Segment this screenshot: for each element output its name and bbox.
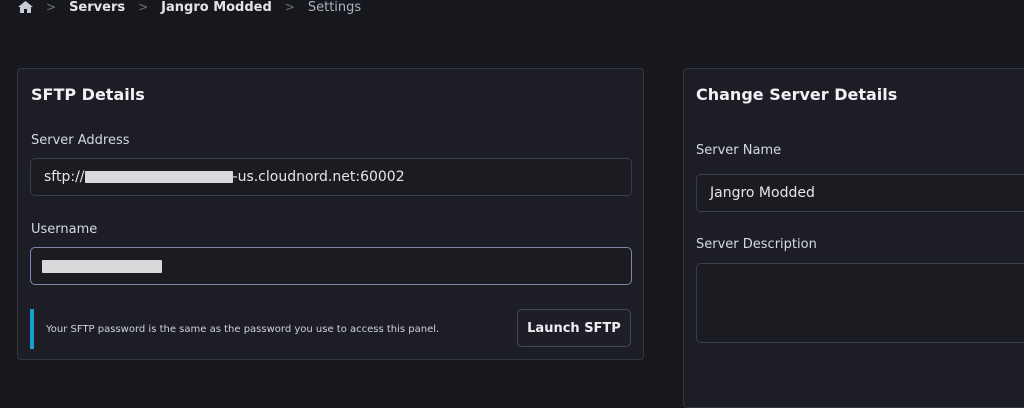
sftp-title: SFTP Details — [31, 85, 145, 104]
home-icon[interactable] — [18, 1, 33, 13]
breadcrumb: > Servers > Jangro Modded > Settings — [18, 0, 362, 15]
username-label: Username — [31, 222, 98, 237]
server-address-field[interactable]: sftp:// -us.cloudnord.net:60002 — [30, 158, 632, 196]
info-text: Your SFTP password is the same as the pa… — [46, 323, 440, 335]
breadcrumb-servers[interactable]: Servers — [69, 0, 125, 15]
breadcrumb-settings: Settings — [307, 0, 362, 15]
launch-sftp-button[interactable]: Launch SFTP — [517, 309, 631, 347]
server-name-value: Jangro Modded — [710, 185, 815, 201]
server-description-input[interactable] — [696, 263, 1024, 343]
change-title: Change Server Details — [696, 85, 898, 104]
address-prefix: sftp:// — [44, 169, 85, 185]
username-field[interactable] — [30, 247, 632, 285]
sftp-password-info: Your SFTP password is the same as the pa… — [30, 309, 500, 349]
redacted-block — [42, 259, 162, 273]
breadcrumb-server[interactable]: Jangro Modded — [161, 0, 272, 15]
sftp-details-card: SFTP Details Server Address sftp:// -us.… — [17, 68, 644, 360]
server-name-label: Server Name — [696, 143, 782, 158]
chevron-right-icon: > — [46, 0, 57, 14]
server-address-label: Server Address — [31, 133, 130, 148]
server-name-input[interactable]: Jangro Modded — [696, 174, 1024, 212]
redacted-block — [84, 171, 233, 183]
chevron-right-icon: > — [138, 0, 149, 14]
change-server-details-card: Change Server Details Server Name Jangro… — [683, 68, 1024, 408]
server-description-label: Server Description — [696, 237, 817, 252]
chevron-right-icon: > — [284, 0, 295, 14]
address-suffix: -us.cloudnord.net:60002 — [232, 169, 405, 185]
